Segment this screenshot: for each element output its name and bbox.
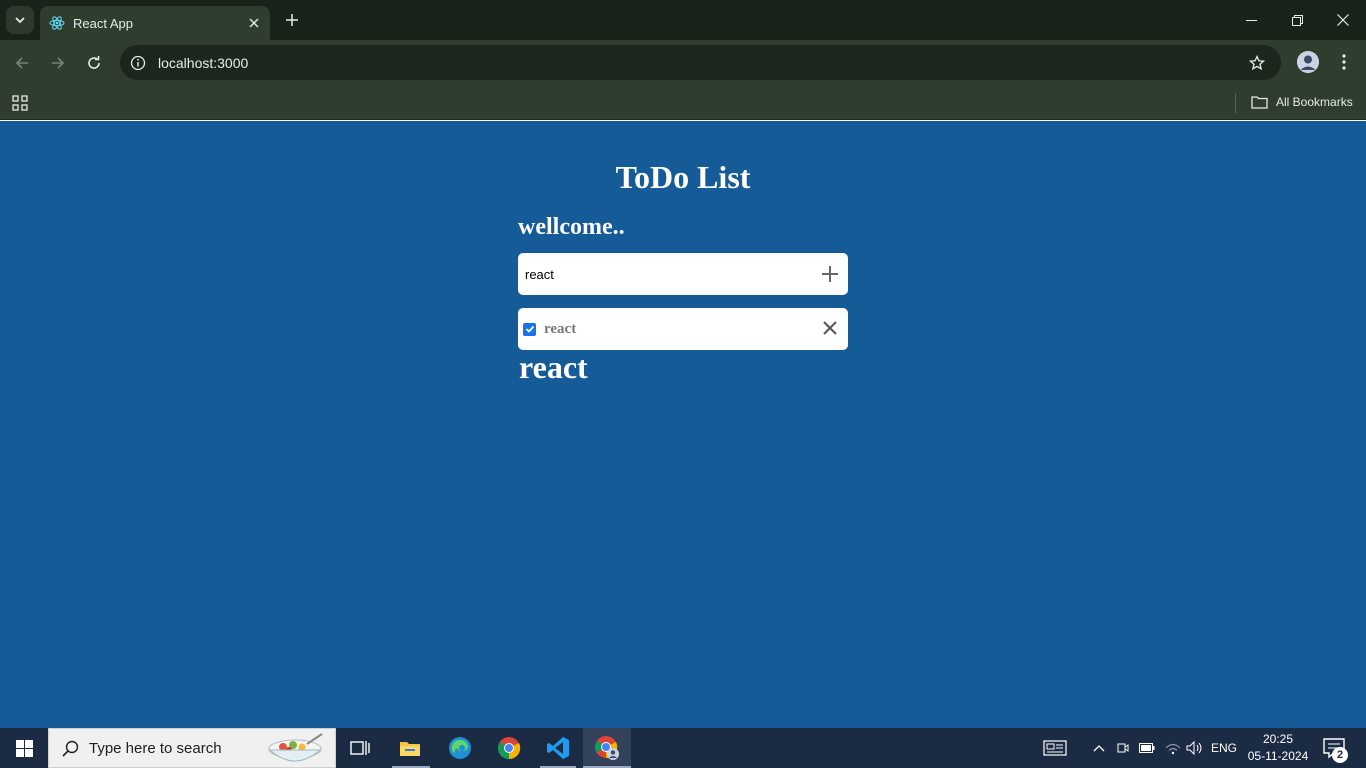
vscode-button[interactable] [534, 728, 582, 768]
plus-icon [822, 266, 838, 282]
tab-search-button[interactable] [6, 6, 34, 34]
file-explorer-icon [400, 742, 420, 756]
reload-button[interactable] [82, 51, 106, 75]
todo-item-text: react [544, 320, 577, 337]
browser-tab-bar: React App [0, 0, 1366, 40]
site-info-icon[interactable] [129, 54, 147, 72]
all-bookmarks-label: All Bookmarks [1276, 95, 1353, 109]
wifi-icon [1165, 743, 1181, 755]
news-icon [1043, 740, 1067, 756]
forward-button[interactable] [46, 51, 70, 75]
chevron-down-icon [15, 17, 25, 24]
battery-button[interactable] [1137, 728, 1157, 768]
bookmarks-divider [1235, 93, 1236, 113]
chrome-profile-button[interactable] [583, 728, 631, 768]
notification-count-badge: 2 [1332, 747, 1348, 763]
todo-input-container [518, 253, 848, 295]
windows-logo-icon [15, 739, 33, 757]
more-vertical-icon [1342, 54, 1346, 70]
back-button[interactable] [10, 51, 34, 75]
reload-icon [88, 56, 100, 69]
speaker-icon [1186, 741, 1202, 755]
tab-title: React App [73, 15, 133, 31]
browser-toolbar: localhost:3000 [0, 40, 1366, 86]
todo-checkbox[interactable] [523, 322, 536, 336]
arrow-right-icon [52, 57, 65, 69]
search-icon [61, 739, 79, 757]
chrome-button[interactable] [485, 728, 533, 768]
close-window-button[interactable] [1320, 8, 1366, 32]
all-bookmarks-button[interactable]: All Bookmarks [1251, 92, 1353, 112]
network-button[interactable] [1162, 728, 1184, 768]
clock-time: 20:25 [1262, 732, 1294, 746]
chrome-profile-icon [595, 736, 619, 760]
avatar-icon [1297, 51, 1319, 73]
vscode-icon [547, 737, 569, 759]
arrow-left-icon [15, 57, 28, 69]
task-view-button[interactable] [336, 728, 384, 768]
checkmark-icon [525, 325, 534, 333]
bookmark-star-icon[interactable] [1247, 53, 1267, 73]
chrome-icon [498, 737, 521, 760]
profile-avatar[interactable] [1297, 51, 1319, 73]
apps-grid-icon[interactable] [10, 93, 30, 113]
minimize-button[interactable] [1228, 8, 1274, 32]
taskbar-search[interactable]: Type here to search [48, 728, 336, 768]
start-button[interactable] [0, 728, 48, 768]
file-explorer-button[interactable] [386, 728, 434, 768]
edge-button[interactable] [436, 728, 484, 768]
address-bar[interactable]: localhost:3000 [120, 45, 1281, 80]
language-indicator[interactable]: ENG [1208, 728, 1240, 768]
plus-icon [286, 14, 298, 26]
task-view-icon [350, 741, 370, 755]
show-hidden-icons-button[interactable] [1089, 728, 1109, 768]
restore-button[interactable] [1274, 8, 1320, 32]
browser-tab[interactable]: React App [40, 6, 270, 40]
close-icon [823, 321, 837, 335]
todo-item: react [518, 308, 848, 350]
close-tab-icon[interactable] [244, 13, 264, 33]
react-logo-icon [49, 15, 65, 31]
news-widget-button[interactable] [1040, 728, 1070, 768]
new-tab-button[interactable] [282, 10, 302, 30]
edge-icon [449, 737, 471, 759]
clock-date: 05-11-2024 [1247, 749, 1309, 763]
folder-icon [1251, 94, 1269, 110]
camera-icon [1117, 743, 1129, 753]
volume-button[interactable] [1184, 728, 1206, 768]
food-bowl-icon [268, 733, 323, 762]
windows-taskbar: Type here to search ENG 20:25 05-11-2024 [0, 728, 1366, 768]
taskbar-clock[interactable]: 20:25 05-11-2024 [1244, 731, 1312, 765]
selected-todo-display: react [519, 349, 588, 385]
bookmarks-bar: All Bookmarks [0, 86, 1366, 120]
meet-now-button[interactable] [1113, 728, 1133, 768]
delete-todo-button[interactable] [821, 319, 839, 337]
restore-icon [1291, 14, 1303, 26]
search-placeholder: Type here to search [89, 739, 222, 757]
url-text: localhost:3000 [158, 54, 249, 71]
app-viewport: ToDo List wellcome.. react react [0, 121, 1366, 728]
browser-menu-button[interactable] [1334, 52, 1354, 72]
battery-icon [1139, 743, 1155, 753]
chevron-up-icon [1093, 745, 1105, 752]
greeting-text: wellcome.. [518, 214, 625, 240]
todo-input[interactable] [525, 266, 805, 282]
minimize-icon [1245, 19, 1257, 21]
close-icon [1337, 14, 1349, 26]
page-title: ToDo List [615, 159, 751, 195]
add-todo-button[interactable] [820, 264, 840, 284]
